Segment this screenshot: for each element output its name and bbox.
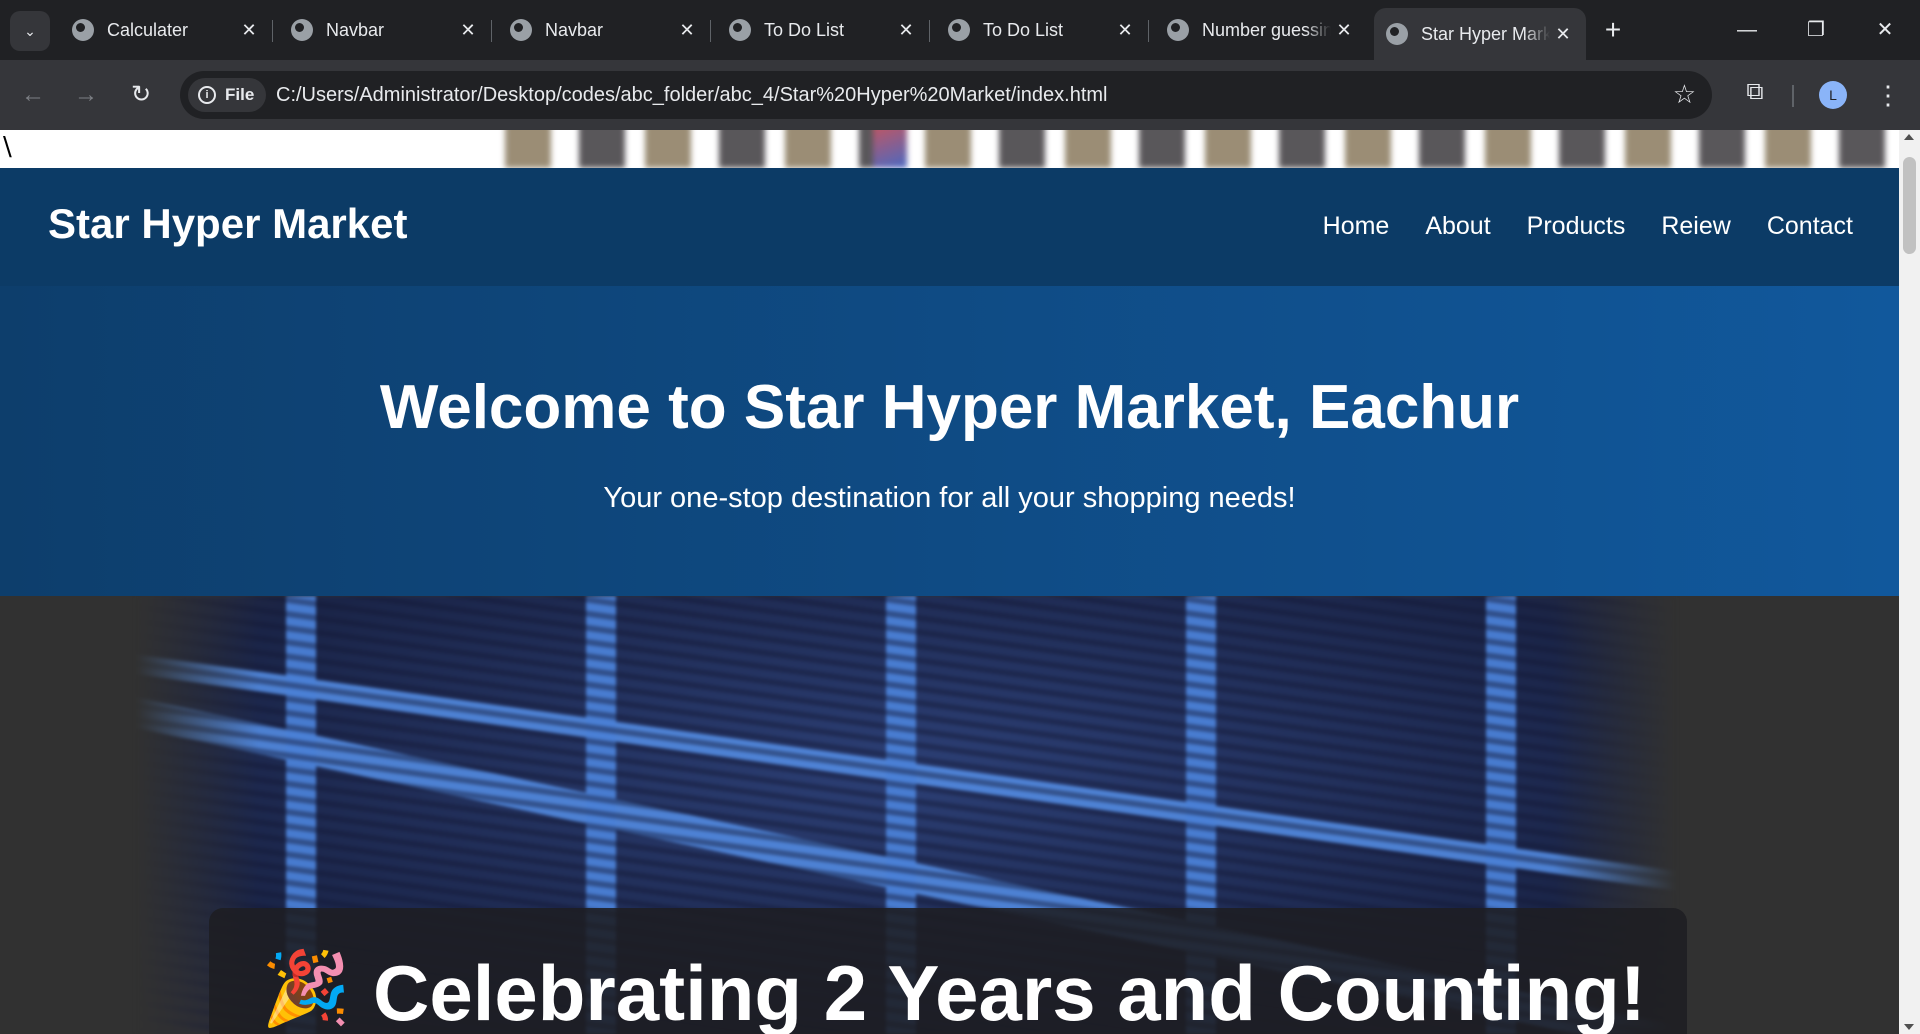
tab-title: Calculater xyxy=(107,19,189,40)
nav-link-about[interactable]: About xyxy=(1425,212,1490,241)
cropped-banner-image xyxy=(505,130,1899,168)
nav-link-contact[interactable]: Contact xyxy=(1767,212,1853,241)
scroll-thumb[interactable] xyxy=(1903,157,1916,254)
tab-title: Navbar xyxy=(545,19,604,40)
extensions-puzzle-icon[interactable]: ⧉ xyxy=(1740,78,1770,110)
globe-icon xyxy=(1386,23,1408,45)
toolbar-divider xyxy=(1792,85,1794,107)
tab-search-button[interactable]: ⌄ xyxy=(10,11,50,51)
globe-icon xyxy=(72,19,94,41)
tab-title: Star Hyper Market xyxy=(1421,23,1550,44)
nav-link-home[interactable]: Home xyxy=(1323,212,1390,241)
tab-number-guessing[interactable]: Number guessing ✕ xyxy=(1155,8,1367,52)
info-icon: i xyxy=(198,86,216,104)
nav-link-review[interactable]: Reiew xyxy=(1661,212,1730,241)
party-popper-icon: 🎉 xyxy=(261,946,351,1030)
top-image-strip: \ xyxy=(0,130,1899,168)
tab-separator xyxy=(710,20,711,42)
tab-title: Navbar xyxy=(326,19,385,40)
site-brand[interactable]: Star Hyper Market xyxy=(48,200,407,248)
site-nav-links: Home About Products Reiew Contact xyxy=(1323,212,1853,241)
close-window-button[interactable]: ✕ xyxy=(1863,10,1907,50)
hero-section: Welcome to Star Hyper Market, Eachur You… xyxy=(0,286,1899,596)
close-icon[interactable]: ✕ xyxy=(455,20,481,41)
globe-icon xyxy=(291,19,313,41)
close-icon[interactable]: ✕ xyxy=(1331,20,1357,41)
vertical-scrollbar[interactable] xyxy=(1899,130,1920,1034)
hero-title: Welcome to Star Hyper Market, Eachur xyxy=(379,373,1520,442)
browser-toolbar: ← → ↻ i File C:/Users/Administrator/Desk… xyxy=(0,60,1920,130)
tab-navbar[interactable]: Navbar ✕ xyxy=(279,8,492,52)
page-viewport: \ Star Hyper Market Home About Products … xyxy=(0,130,1899,1034)
tab-title: Number guessing xyxy=(1202,19,1331,40)
browser-menu-icon[interactable]: ⋮ xyxy=(1873,77,1903,113)
tab-separator xyxy=(272,20,273,42)
hero-subtitle: Your one-stop destination for all your s… xyxy=(603,482,1296,514)
tab-strip: ⌄ Calculater ✕ Navbar ✕ Navbar ✕ To Do L… xyxy=(0,0,1920,60)
globe-icon xyxy=(1167,19,1189,41)
globe-icon xyxy=(510,19,532,41)
globe-icon xyxy=(729,19,751,41)
tab-navbar-2[interactable]: Navbar ✕ xyxy=(498,8,711,52)
globe-icon xyxy=(948,19,970,41)
tab-title: To Do List xyxy=(764,19,845,40)
store-showcase: 🎉 Celebrating 2 Years and Counting! xyxy=(0,596,1899,1034)
chevron-down-icon: ⌄ xyxy=(24,22,36,39)
tab-to-do-list-2[interactable]: To Do List ✕ xyxy=(936,8,1149,52)
close-icon[interactable]: ✕ xyxy=(1112,20,1138,41)
close-icon[interactable]: ✕ xyxy=(1550,24,1576,45)
scheme-label: File xyxy=(225,85,255,104)
tab-separator xyxy=(491,20,492,42)
scroll-down-arrow-icon[interactable] xyxy=(1904,1024,1914,1030)
stray-text: \ xyxy=(3,132,12,162)
tab-to-do-list[interactable]: To Do List ✕ xyxy=(717,8,930,52)
tab-star-hyper-market[interactable]: Star Hyper Market ✕ xyxy=(1374,8,1586,60)
tab-separator xyxy=(1148,20,1149,42)
reload-button[interactable]: ↻ xyxy=(121,75,161,115)
url-text[interactable]: C:/Users/Administrator/Desktop/codes/abc… xyxy=(276,84,1107,107)
tab-title: To Do List xyxy=(983,19,1064,40)
anniversary-headline: Celebrating 2 Years and Counting! xyxy=(373,949,1646,1034)
bookmark-star-icon[interactable]: ☆ xyxy=(1673,79,1696,110)
restore-button[interactable]: ❐ xyxy=(1794,10,1838,50)
close-icon[interactable]: ✕ xyxy=(674,20,700,41)
nav-link-products[interactable]: Products xyxy=(1527,212,1626,241)
site-navbar: Star Hyper Market Home About Products Re… xyxy=(0,168,1899,286)
address-bar[interactable]: i File C:/Users/Administrator/Desktop/co… xyxy=(180,71,1712,119)
close-icon[interactable]: ✕ xyxy=(893,20,919,41)
scroll-up-arrow-icon[interactable] xyxy=(1904,134,1914,140)
minimize-button[interactable]: — xyxy=(1725,10,1769,50)
tab-separator xyxy=(929,20,930,42)
profile-avatar[interactable]: L xyxy=(1819,81,1847,109)
site-info-chip[interactable]: i File xyxy=(188,78,267,112)
anniversary-banner: 🎉 Celebrating 2 Years and Counting! xyxy=(209,908,1687,1034)
new-tab-button[interactable]: + xyxy=(1597,14,1629,46)
close-icon[interactable]: ✕ xyxy=(236,20,262,41)
forward-button[interactable]: → xyxy=(66,75,106,115)
tab-calculater[interactable]: Calculater ✕ xyxy=(60,8,273,52)
back-button[interactable]: ← xyxy=(13,75,53,115)
